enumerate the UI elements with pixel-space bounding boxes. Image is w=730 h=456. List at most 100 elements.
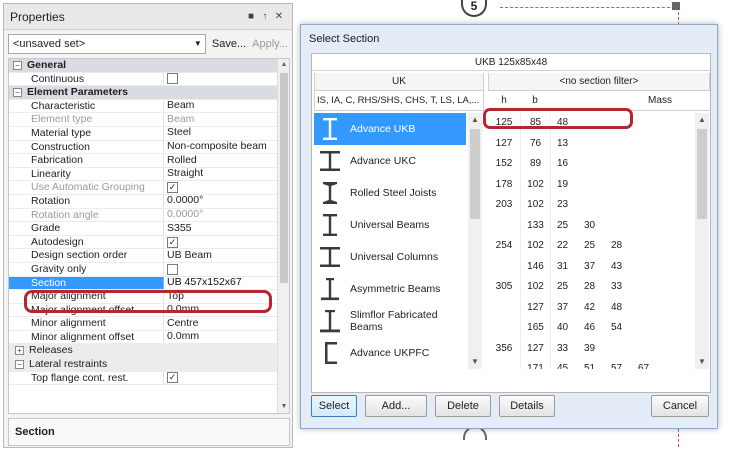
property-row[interactable]: Element type Beam	[9, 113, 289, 127]
size-h-cell[interactable]: 305	[488, 277, 520, 298]
size-b-cell[interactable]: 76	[520, 133, 550, 154]
property-row[interactable]: Construction Non-composite beam	[9, 140, 289, 155]
size-mass-cell[interactable]: 25	[578, 236, 605, 257]
size-mass-cell[interactable]: 25	[551, 277, 578, 298]
property-value[interactable]: ✓	[164, 236, 289, 249]
scroll-down-icon[interactable]: ▼	[278, 401, 289, 413]
size-h-cell[interactable]	[488, 298, 520, 319]
scroll-up-icon[interactable]: ▲	[468, 113, 482, 127]
size-b-cell[interactable]: 89	[520, 154, 550, 175]
section-type-item[interactable]: Advance UKPFC	[314, 337, 466, 369]
property-checkbox[interactable]: ✓	[167, 182, 178, 194]
scrollbar-thumb[interactable]	[697, 129, 707, 219]
details-button[interactable]: Details	[499, 395, 555, 417]
property-value[interactable]: Rolled	[164, 154, 289, 167]
property-value[interactable]: ✓	[164, 181, 289, 194]
property-row[interactable]: Linearity Straight	[9, 167, 289, 182]
size-b-cell[interactable]: 127	[520, 297, 550, 318]
property-checkbox[interactable]	[167, 73, 178, 85]
delete-button[interactable]: Delete	[435, 395, 491, 417]
add-button[interactable]: Add...	[365, 395, 427, 417]
size-h-cell[interactable]	[488, 216, 520, 237]
scroll-down-icon[interactable]: ▼	[695, 355, 709, 369]
property-row[interactable]: Use Automatic Grouping ✓	[9, 181, 289, 195]
size-mass-cell[interactable]: 13	[551, 134, 578, 155]
property-row[interactable]: Material type Steel	[9, 126, 289, 141]
size-b-cell[interactable]: 171	[520, 359, 550, 369]
size-mass-cell[interactable]: 67	[632, 359, 659, 369]
size-mass-cell[interactable]: 33	[551, 339, 578, 360]
property-value[interactable]: UB Beam	[164, 249, 289, 262]
section-type-item[interactable]: Advance UKC	[314, 145, 466, 177]
property-value[interactable]: 0.0000°	[164, 209, 289, 222]
property-value[interactable]: 0.0000°	[164, 195, 289, 208]
size-mass-cell[interactable]: 33	[605, 277, 632, 298]
pin-icon[interactable]: ↑	[258, 11, 272, 22]
close-icon[interactable]: ✕	[272, 11, 286, 22]
property-value[interactable]: Beam	[164, 100, 289, 113]
section-filter-header[interactable]: <no section filter>	[488, 73, 710, 91]
size-h-cell[interactable]: 203	[488, 195, 520, 216]
property-row[interactable]: Characteristic Beam	[9, 99, 289, 114]
size-mass-cell[interactable]: 25	[551, 216, 578, 237]
property-row[interactable]: Gravity only	[9, 262, 289, 277]
property-subcategory[interactable]: − Lateral restraints	[9, 358, 289, 372]
property-grid-scrollbar[interactable]: ▲ ▼	[277, 59, 289, 413]
collapse-icon[interactable]: −	[13, 61, 22, 70]
size-mass-cell[interactable]: 28	[578, 277, 605, 298]
scrollbar-thumb[interactable]	[280, 73, 288, 283]
section-type-item[interactable]: Advance UKB	[314, 113, 466, 145]
size-b-cell[interactable]: 102	[520, 277, 550, 298]
property-row[interactable]: Autodesign ✓	[9, 235, 289, 250]
size-mass-cell[interactable]: 54	[605, 318, 632, 339]
size-mass-cell[interactable]: 23	[551, 195, 578, 216]
size-b-cell[interactable]: 165	[520, 318, 550, 339]
property-row[interactable]: Rotation angle 0.0000°	[9, 208, 289, 223]
property-row[interactable]: Top flange cont. rest. ✓	[9, 371, 289, 386]
property-row[interactable]: Minor alignment offset 0.0mm	[9, 330, 289, 345]
property-row[interactable]: Continuous	[9, 72, 289, 87]
scrollbar-thumb[interactable]	[470, 129, 480, 219]
section-size-scrollbar[interactable]: ▲ ▼	[695, 113, 709, 369]
size-mass-cell[interactable]: 16	[551, 154, 578, 175]
size-mass-cell[interactable]: 19	[551, 175, 578, 196]
select-button[interactable]: Select	[311, 395, 357, 417]
size-h-cell[interactable]: 254	[488, 236, 520, 257]
size-b-cell[interactable]: 102	[520, 174, 550, 195]
size-b-cell[interactable]: 146	[520, 256, 550, 277]
size-mass-cell[interactable]: 42	[578, 298, 605, 319]
property-value[interactable]: Beam	[164, 113, 289, 126]
property-row[interactable]: Design section order UB Beam	[9, 249, 289, 263]
size-mass-cell[interactable]: 43	[605, 257, 632, 278]
property-checkbox[interactable]: ✓	[167, 372, 178, 384]
size-mass-cell[interactable]: 39	[578, 339, 605, 360]
property-checkbox[interactable]: ✓	[167, 236, 178, 248]
section-type-item[interactable]: Universal Beams	[314, 209, 466, 241]
size-mass-cell[interactable]: 48	[605, 298, 632, 319]
size-mass-cell[interactable]: 57	[605, 359, 632, 369]
property-row[interactable]: Grade S355	[9, 222, 289, 236]
size-h-cell[interactable]	[488, 318, 520, 339]
size-b-cell[interactable]: 102	[520, 195, 550, 216]
size-mass-cell[interactable]: 40	[551, 318, 578, 339]
property-value[interactable]	[164, 263, 289, 276]
property-set-select[interactable]: <unsaved set> ▼	[8, 33, 206, 54]
property-row[interactable]: Minor alignment Centre	[9, 317, 289, 331]
section-type-scrollbar[interactable]: ▲ ▼	[468, 113, 482, 369]
property-row[interactable]: SectionUB 457x152x67▽	[9, 276, 289, 291]
dock-icon[interactable]: ■	[244, 11, 258, 22]
size-h-cell[interactable]	[488, 359, 520, 369]
collapse-icon[interactable]: −	[13, 88, 22, 98]
property-value[interactable]: Straight	[164, 168, 289, 181]
property-value[interactable]: S355	[164, 222, 289, 235]
size-b-cell[interactable]: 133	[520, 215, 550, 236]
property-value[interactable]: Steel	[164, 127, 289, 140]
scroll-up-icon[interactable]: ▲	[278, 59, 289, 71]
type-filter[interactable]: IS, IA, C, RHS/SHS, CHS, T, LS, LA,...	[314, 91, 484, 111]
section-type-item[interactable]: Asymmetric Beams	[314, 273, 466, 305]
property-value[interactable]	[164, 73, 289, 86]
library-header[interactable]: UK	[314, 73, 484, 91]
section-type-item[interactable]: Slimflor Fabricated Beams	[314, 305, 466, 337]
size-h-cell[interactable]: 152	[488, 154, 520, 175]
size-mass-cell[interactable]: 51	[578, 359, 605, 369]
